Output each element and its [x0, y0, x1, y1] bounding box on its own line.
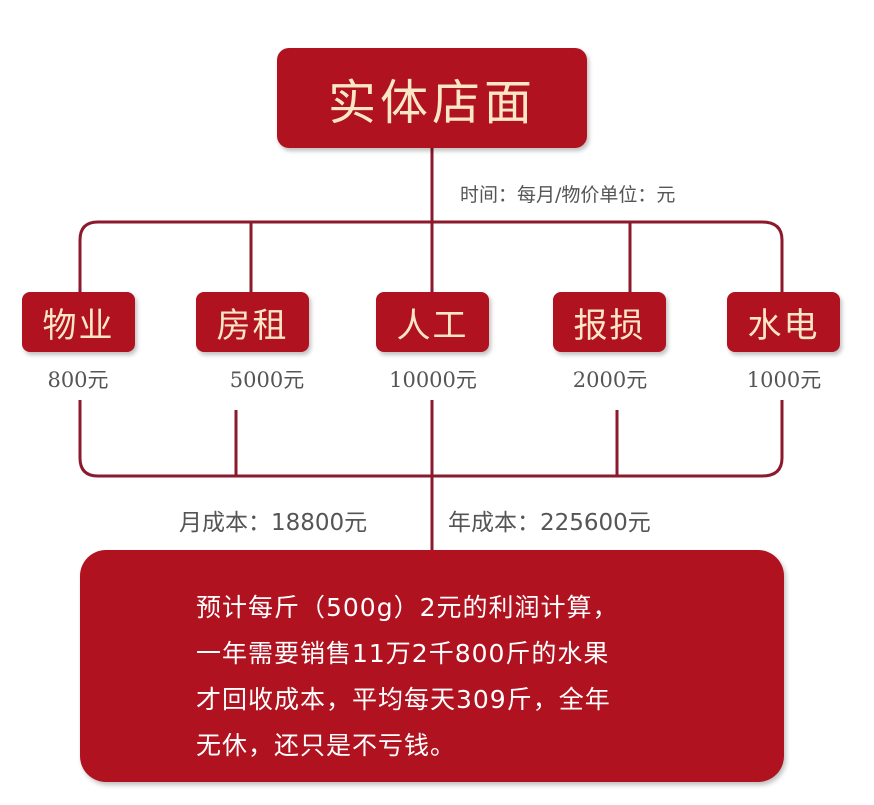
summary-box: 预计每斤（500g）2元的利润计算， 一年需要销售11万2千800斤的水果 才回… [80, 550, 784, 782]
summary-line: 无休，还只是不亏钱。 [196, 731, 457, 760]
summary-line: 预计每斤（500g）2元的利润计算， [196, 593, 619, 622]
title-box: 实体店面 [277, 48, 587, 148]
unit-note: 时间：每月/物价单位：元 [460, 184, 676, 206]
summary-line: 才回收成本，平均每天309斤，全年 [196, 685, 611, 714]
category-label: 人工 [396, 305, 469, 346]
monthly-cost: 月成本：18800元 [179, 510, 368, 536]
category-label: 房租 [216, 305, 289, 346]
category-labor: 人工 [376, 292, 489, 352]
category-utilities: 水电 [727, 292, 840, 352]
category-label: 物业 [42, 305, 115, 346]
category-loss: 报损 [553, 292, 666, 352]
category-rent: 房租 [196, 292, 309, 352]
annual-cost: 年成本：225600元 [448, 510, 651, 536]
category-amount: 800元 [47, 368, 109, 392]
category-amount: 5000元 [229, 368, 305, 392]
category-label: 报损 [573, 305, 646, 346]
category-amount: 2000元 [572, 368, 648, 392]
category-amount: 1000元 [746, 368, 822, 392]
title-text: 实体店面 [327, 75, 536, 131]
category-amount: 10000元 [389, 368, 477, 392]
summary-line: 一年需要销售11万2千800斤的水果 [196, 639, 610, 668]
category-label: 水电 [747, 305, 820, 346]
category-property-fee: 物业 [22, 292, 135, 352]
